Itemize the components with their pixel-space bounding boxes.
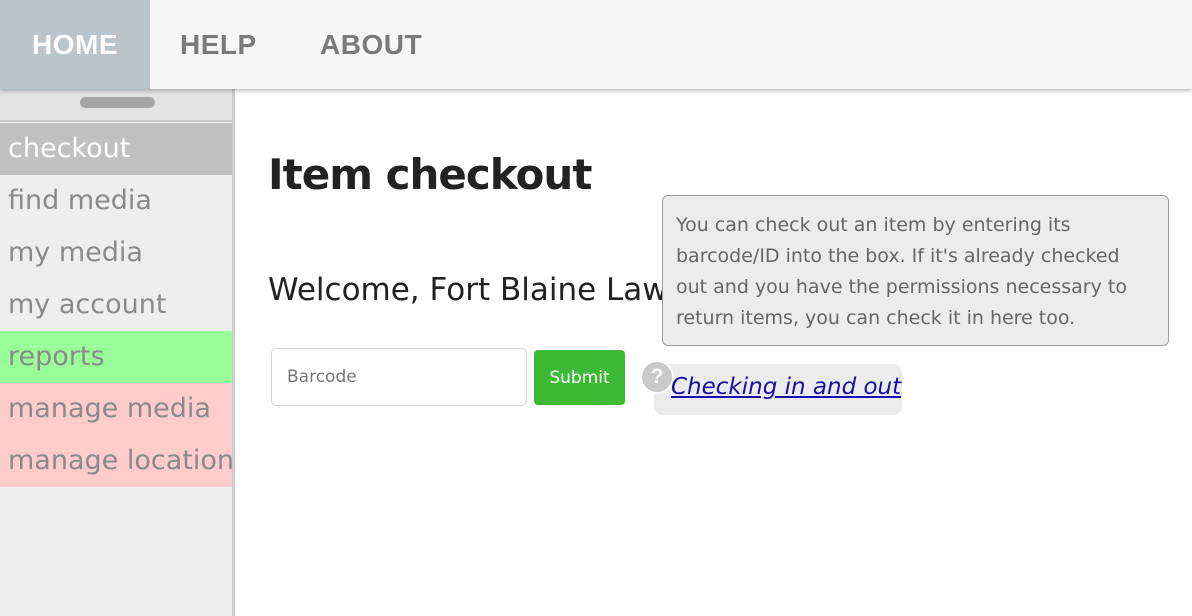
submit-button[interactable]: Submit [534,350,625,405]
sidebar-item-checkout[interactable]: checkout [0,123,232,175]
sidebar-drawer-header[interactable] [0,89,232,122]
nav-about[interactable]: ABOUT [320,0,422,89]
sidebar-item-my-media[interactable]: my media [0,227,232,279]
sidebar-item-my-account[interactable]: my account [0,279,232,331]
page-title: Item checkout [268,150,592,199]
barcode-input[interactable] [271,348,527,406]
welcome-message: Welcome, Fort Blaine Law [268,272,668,308]
sidebar-item-reports[interactable]: reports [0,331,232,383]
help-tooltip: You can check out an item by entering it… [662,195,1169,346]
help-question-icon[interactable]: ? [640,360,674,394]
nav-help[interactable]: HELP [180,0,257,89]
nav-home[interactable]: HOME [0,0,150,89]
sidebar-item-find-media[interactable]: find media [0,175,232,227]
help-link-checking-in-out[interactable]: Checking in and out [671,374,901,400]
sidebar-item-manage-location[interactable]: manage location [0,435,232,487]
sidebar-item-manage-media[interactable]: manage media [0,383,232,435]
sidebar: checkout find media my media my account … [0,89,235,616]
top-navigation: HOME HELP ABOUT [0,0,1192,89]
drawer-handle-icon[interactable] [80,97,155,108]
